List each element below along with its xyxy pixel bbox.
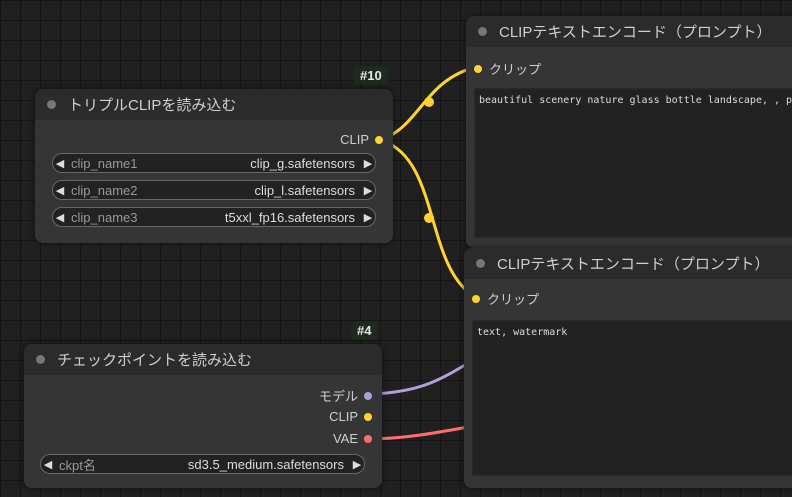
node-title-bar[interactable]: CLIPテキストエンコード（プロンプト） <box>466 16 792 47</box>
wire-model <box>371 360 471 396</box>
output-model[interactable]: モデル <box>319 386 372 405</box>
widget-label: ckpt名 <box>59 457 96 473</box>
clip-text-encode-positive-node[interactable]: CLIPテキストエンコード（プロンプト） クリップ beautiful scen… <box>466 16 792 248</box>
prompt-textarea[interactable]: beautiful scenery nature glass bottle la… <box>474 88 792 238</box>
node-id-badge: #4 <box>351 321 378 340</box>
output-label: VAE <box>332 431 358 446</box>
clip-name1-combo[interactable]: ◀ clip_name1 clip_g.safetensors ▶ <box>52 153 376 173</box>
arrow-right-icon[interactable]: ▶ <box>350 458 364 471</box>
output-slot-icon[interactable] <box>364 412 372 421</box>
node-title-bar[interactable]: CLIPテキストエンコード（プロンプト） <box>464 248 792 279</box>
output-clip[interactable]: CLIP <box>329 409 372 424</box>
input-label: クリップ <box>489 62 542 77</box>
wire-clip-to-positive <box>382 65 477 141</box>
input-slot-icon[interactable] <box>474 64 482 73</box>
input-clip[interactable]: クリップ <box>474 59 541 78</box>
arrow-left-icon[interactable]: ◀ <box>53 211 67 224</box>
input-clip[interactable]: クリップ <box>472 289 539 308</box>
checkpoint-loader-node[interactable]: チェックポイントを読み込む モデル CLIP VAE ◀ ckpt名 sd3.5… <box>24 344 382 488</box>
wire-midpoint <box>424 97 434 107</box>
widget-label: clip_name3 <box>71 209 138 225</box>
arrow-left-icon[interactable]: ◀ <box>41 458 55 471</box>
arrow-right-icon[interactable]: ▶ <box>361 184 375 197</box>
output-label: CLIP <box>329 409 358 424</box>
wire-vae <box>371 425 469 441</box>
node-title: トリプルCLIPを読み込む <box>68 97 237 114</box>
ckpt-name-combo[interactable]: ◀ ckpt名 sd3.5_medium.safetensors ▶ <box>40 454 365 474</box>
output-vae[interactable]: VAE <box>333 431 372 446</box>
output-label: モデル <box>318 389 358 404</box>
node-title-bar[interactable]: チェックポイントを読み込む <box>24 344 382 375</box>
wire-clip-to-negative <box>382 139 477 299</box>
node-title: CLIPテキストエンコード（プロンプト） <box>497 256 770 273</box>
arrow-right-icon[interactable]: ▶ <box>361 157 375 170</box>
node-title-bar[interactable]: トリプルCLIPを読み込む <box>35 89 393 120</box>
collapse-dot-icon[interactable] <box>478 27 487 36</box>
output-label: CLIP <box>340 132 369 147</box>
clip-text-encode-negative-node[interactable]: CLIPテキストエンコード（プロンプト） クリップ text, watermar… <box>464 248 792 488</box>
output-clip[interactable]: CLIP <box>340 132 383 147</box>
output-slot-icon[interactable] <box>364 391 372 400</box>
widget-label: clip_name2 <box>71 182 138 198</box>
collapse-dot-icon[interactable] <box>47 100 56 109</box>
clip-name2-combo[interactable]: ◀ clip_name2 clip_l.safetensors ▶ <box>52 180 376 200</box>
input-label: クリップ <box>487 292 540 307</box>
arrow-right-icon[interactable]: ▶ <box>361 211 375 224</box>
widget-value: sd3.5_medium.safetensors <box>187 456 344 472</box>
wire-midpoint <box>424 213 434 223</box>
clip-name3-combo[interactable]: ◀ clip_name3 t5xxl_fp16.safetensors ▶ <box>52 207 376 227</box>
input-slot-icon[interactable] <box>472 294 480 303</box>
widget-value: t5xxl_fp16.safetensors <box>224 209 355 225</box>
widget-value: clip_l.safetensors <box>254 182 355 198</box>
collapse-dot-icon[interactable] <box>476 259 485 268</box>
node-title: チェックポイントを読み込む <box>57 352 253 369</box>
widget-value: clip_g.safetensors <box>250 155 355 171</box>
triple-clip-loader-node[interactable]: トリプルCLIPを読み込む CLIP ◀ clip_name1 clip_g.s… <box>35 89 393 243</box>
node-id-badge: #10 <box>354 66 388 85</box>
output-slot-icon[interactable] <box>364 434 372 443</box>
node-title: CLIPテキストエンコード（プロンプト） <box>499 24 772 41</box>
arrow-left-icon[interactable]: ◀ <box>53 157 67 170</box>
widget-label: clip_name1 <box>71 155 138 171</box>
output-slot-icon[interactable] <box>375 135 383 144</box>
collapse-dot-icon[interactable] <box>36 355 45 364</box>
prompt-textarea[interactable]: text, watermark <box>472 320 792 476</box>
arrow-left-icon[interactable]: ◀ <box>53 184 67 197</box>
